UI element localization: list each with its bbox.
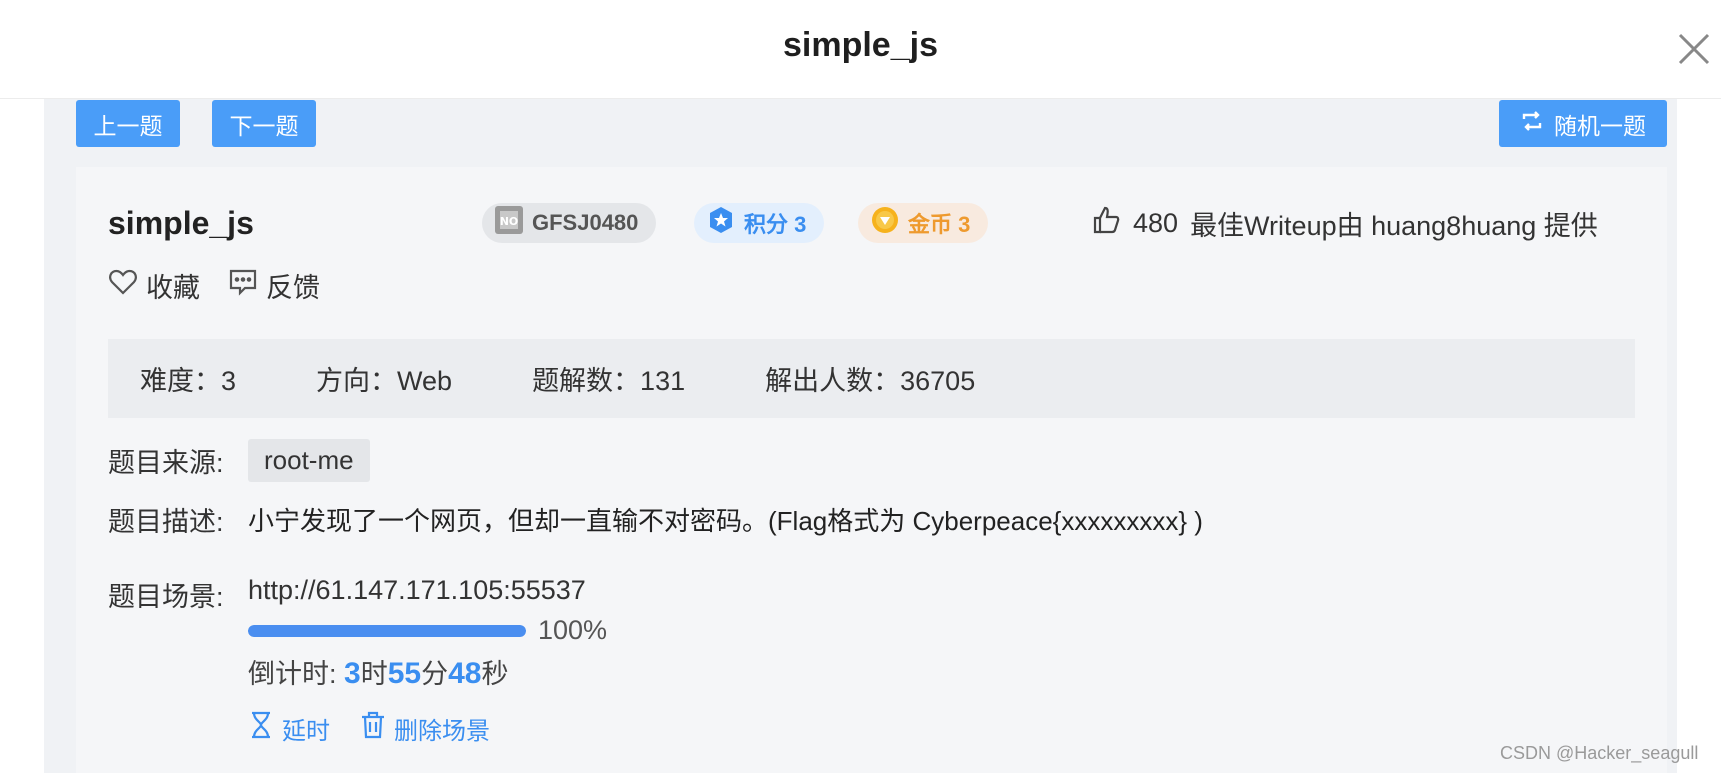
modal-body: 上一题 下一题 随机一题 simple_js NO GFSJ0480 积分 3 …: [44, 99, 1677, 773]
challenge-card: simple_js NO GFSJ0480 积分 3 金币 3 480 最佳Wr: [76, 167, 1667, 773]
favorite-label: 收藏: [146, 273, 200, 303]
score-text: 积分 3: [744, 212, 807, 237]
next-question-button[interactable]: 下一题: [212, 100, 316, 147]
likes-section: 480 最佳Writeup由 huang8huang 提供: [1091, 204, 1598, 243]
stats-bar: 难度：3 方向：Web 题解数：131 解出人数：36705: [108, 339, 1635, 418]
score-badge: 积分 3: [694, 203, 825, 243]
prev-question-button[interactable]: 上一题: [76, 100, 180, 147]
random-question-button[interactable]: 随机一题: [1499, 100, 1667, 147]
trash-icon: [360, 710, 386, 747]
hourglass-icon: [248, 710, 274, 747]
delete-scene-label: 删除场景: [394, 718, 490, 745]
thumbs-up-icon[interactable]: [1091, 205, 1121, 242]
scene-label: 题目场景:: [108, 582, 224, 612]
watermark: CSDN @Hacker_seagull: [1500, 743, 1699, 763]
likes-count: 480: [1133, 208, 1179, 238]
countdown-minutes: 55: [387, 657, 422, 690]
source-tag: root-me: [248, 439, 370, 482]
challenge-title: simple_js: [108, 205, 254, 241]
random-question-label: 随机一题: [1554, 112, 1646, 139]
delete-scene-button[interactable]: 删除场景: [360, 710, 490, 747]
source-row: 题目来源: root-me: [108, 439, 370, 482]
coin-badge: 金币 3: [858, 203, 989, 243]
extend-time-button[interactable]: 延时: [248, 710, 330, 747]
countdown-minutes-unit: 分: [421, 659, 449, 689]
description-label: 题目描述:: [108, 507, 224, 537]
feedback-button[interactable]: 反馈: [228, 266, 320, 305]
solutions-stat: 题解数：131: [532, 366, 686, 396]
progress-percent: 100%: [538, 615, 608, 645]
challenge-id-icon: NO: [494, 205, 524, 241]
star-badge-icon: [706, 205, 736, 241]
direction-stat: 方向：Web: [316, 366, 453, 396]
extend-time-label: 延时: [282, 718, 330, 745]
scene-row: 题目场景:: [108, 575, 248, 614]
source-label: 题目来源:: [108, 448, 224, 478]
countdown-seconds: 48: [448, 657, 482, 690]
svg-text:NO: NO: [500, 215, 519, 228]
favorite-button[interactable]: 收藏: [108, 266, 200, 305]
modal-header: simple_js: [0, 0, 1721, 99]
coin-text: 金币 3: [908, 212, 971, 237]
countdown: 倒计时: 3时55分48秒: [248, 652, 508, 691]
shuffle-icon: [1520, 109, 1544, 139]
countdown-prefix: 倒计时:: [248, 659, 345, 689]
countdown-hours: 3: [344, 657, 361, 690]
heart-icon: [108, 267, 138, 304]
progress-track: [248, 624, 526, 637]
coin-icon: [870, 205, 900, 241]
countdown-seconds-unit: 秒: [481, 659, 509, 689]
description-text: 小宁发现了一个网页，但却一直输不对密码。(Flag格式为 Cyberpeace{…: [248, 506, 1203, 536]
comment-icon: [228, 267, 258, 304]
challenge-id-badge: NO GFSJ0480: [482, 203, 657, 243]
writeup-credit[interactable]: 最佳Writeup由 huang8huang 提供: [1190, 204, 1598, 243]
challenge-actions: 收藏 反馈: [108, 266, 320, 305]
progress-fill: [248, 624, 526, 637]
modal-title: simple_js: [783, 26, 938, 64]
difficulty-stat: 难度：3: [140, 366, 237, 396]
feedback-label: 反馈: [266, 273, 320, 303]
solvers-stat: 解出人数：36705: [765, 366, 976, 396]
description-row: 题目描述: 小宁发现了一个网页，但却一直输不对密码。(Flag格式为 Cyber…: [108, 500, 1203, 539]
challenge-id-text: GFSJ0480: [532, 210, 639, 235]
countdown-hours-unit: 时: [360, 659, 388, 689]
close-icon[interactable]: [1676, 31, 1712, 67]
scene-actions: 延时 删除场景: [248, 710, 490, 747]
scene-progress: 100%: [248, 615, 607, 646]
scene-url-link[interactable]: http://61.147.171.105:55537: [248, 575, 586, 606]
